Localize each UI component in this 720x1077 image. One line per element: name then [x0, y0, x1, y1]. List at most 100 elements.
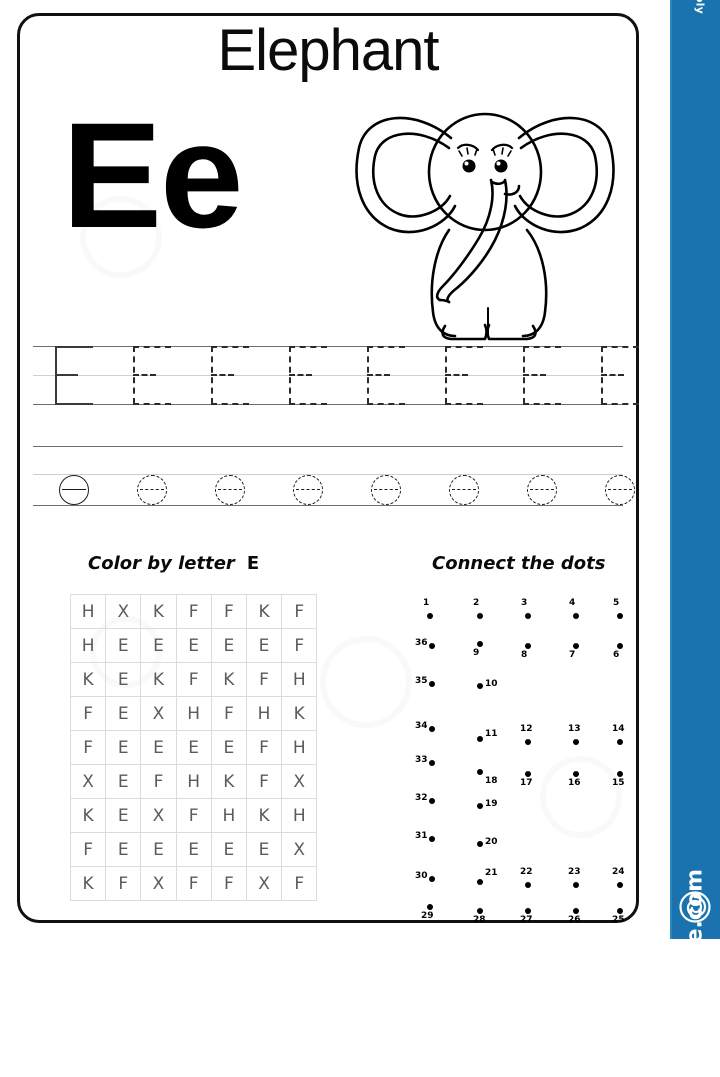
letter-grid-cell[interactable]: K — [245, 594, 283, 629]
trace-dashed-e[interactable] — [137, 475, 167, 505]
letter-grid-cell[interactable]: X — [281, 764, 318, 799]
letter-grid-cell[interactable]: E — [175, 730, 212, 765]
letter-grid-cell[interactable]: X — [281, 832, 318, 867]
letter-grid-cell[interactable]: X — [140, 866, 177, 901]
letter-grid-cell[interactable]: F — [281, 628, 318, 663]
connect-dot[interactable] — [617, 882, 623, 888]
connect-dot[interactable] — [525, 739, 531, 745]
trace-dashed-e[interactable] — [527, 475, 557, 505]
letter-grid-cell[interactable]: F — [210, 594, 247, 629]
connect-dot[interactable] — [427, 613, 433, 619]
letter-grid-cell[interactable]: H — [69, 628, 107, 663]
trace-dashed-e[interactable] — [293, 475, 323, 505]
letter-grid-cell[interactable]: E — [105, 798, 142, 833]
letter-grid-cell[interactable]: E — [105, 696, 142, 731]
letter-grid-cell[interactable]: K — [140, 594, 177, 629]
letter-grid-cell[interactable]: K — [69, 866, 107, 901]
uppercase-tracing-row[interactable] — [33, 346, 639, 416]
letter-grid-cell[interactable]: K — [69, 798, 107, 833]
letter-grid-cell[interactable]: E — [105, 730, 142, 765]
letter-grid-cell[interactable]: F — [175, 866, 212, 901]
trace-dashed-E[interactable] — [289, 346, 327, 405]
connect-dot[interactable] — [525, 613, 531, 619]
connect-dot[interactable] — [617, 613, 623, 619]
color-by-letter-grid[interactable]: HXKFFKFHEEEEEFKEKFKFHFEXHFHKFEEEEFHXEFHK… — [69, 594, 318, 901]
letter-grid-cell[interactable]: H — [210, 798, 247, 833]
connect-dot[interactable] — [617, 771, 623, 777]
letter-grid-cell[interactable]: E — [245, 628, 283, 663]
connect-dot[interactable] — [617, 643, 623, 649]
trace-guide-e[interactable] — [59, 475, 89, 505]
letter-grid-cell[interactable]: F — [245, 764, 283, 799]
connect-dot[interactable] — [429, 643, 435, 649]
connect-dot[interactable] — [573, 771, 579, 777]
trace-dashed-E[interactable] — [133, 346, 171, 405]
connect-dot[interactable] — [477, 613, 483, 619]
letter-grid-cell[interactable]: F — [281, 866, 318, 901]
connect-dot[interactable] — [477, 683, 483, 689]
letter-grid-cell[interactable]: E — [175, 628, 212, 663]
letter-grid-cell[interactable]: H — [281, 730, 318, 765]
letter-grid-cell[interactable]: F — [245, 662, 283, 697]
letter-grid-cell[interactable]: H — [69, 594, 107, 629]
letter-grid-cell[interactable]: E — [175, 832, 212, 867]
connect-dot[interactable] — [429, 726, 435, 732]
trace-dashed-E[interactable] — [211, 346, 249, 405]
connect-the-dots-area[interactable]: 1 2 3 4 5 6 7 8 9 10 11 12 13 14 15 16 17 18 19 20 21 22 23 24 2… — [415, 591, 625, 925]
connect-dot[interactable] — [573, 643, 579, 649]
letter-grid-cell[interactable]: E — [245, 832, 283, 867]
letter-grid-cell[interactable]: F — [245, 730, 283, 765]
trace-dashed-e[interactable] — [605, 475, 635, 505]
letter-grid-cell[interactable]: E — [105, 628, 142, 663]
connect-dot[interactable] — [429, 798, 435, 804]
trace-guide-E[interactable] — [55, 346, 93, 405]
letter-grid-cell[interactable]: H — [281, 798, 318, 833]
letter-grid-cell[interactable]: K — [245, 798, 283, 833]
letter-grid-cell[interactable]: F — [210, 696, 247, 731]
letter-grid-cell[interactable]: K — [140, 662, 177, 697]
letter-grid-cell[interactable]: E — [210, 832, 247, 867]
connect-dot[interactable] — [525, 882, 531, 888]
letter-grid-cell[interactable]: E — [140, 832, 177, 867]
trace-dashed-E[interactable] — [601, 346, 639, 405]
connect-dot[interactable] — [477, 841, 483, 847]
letter-grid-cell[interactable]: H — [281, 662, 318, 697]
letter-grid-cell[interactable]: F — [175, 798, 212, 833]
letter-grid-cell[interactable]: F — [140, 764, 177, 799]
letter-grid-cell[interactable]: F — [281, 594, 318, 629]
letter-grid-cell[interactable]: E — [140, 730, 177, 765]
connect-dot[interactable] — [477, 736, 483, 742]
letter-grid-cell[interactable]: H — [245, 696, 283, 731]
letter-grid-cell[interactable]: F — [210, 866, 247, 901]
letter-grid-cell[interactable]: E — [140, 628, 177, 663]
connect-dot[interactable] — [573, 908, 579, 914]
connect-dot[interactable] — [477, 908, 483, 914]
lowercase-tracing-row[interactable] — [33, 446, 635, 508]
connect-dot[interactable] — [427, 904, 433, 910]
connect-dot[interactable] — [429, 760, 435, 766]
letter-grid-cell[interactable]: H — [175, 764, 212, 799]
letter-grid-cell[interactable]: K — [69, 662, 107, 697]
connect-dot[interactable] — [477, 879, 483, 885]
letter-grid-cell[interactable]: F — [175, 662, 212, 697]
trace-dashed-e[interactable] — [449, 475, 479, 505]
connect-dot[interactable] — [525, 771, 531, 777]
letter-grid-cell[interactable]: F — [105, 866, 142, 901]
letter-grid-cell[interactable]: E — [105, 832, 142, 867]
letter-grid-cell[interactable]: F — [69, 832, 107, 867]
trace-dashed-e[interactable] — [371, 475, 401, 505]
connect-dot[interactable] — [477, 769, 483, 775]
letter-grid-cell[interactable]: E — [210, 730, 247, 765]
connect-dot[interactable] — [617, 739, 623, 745]
letter-grid-cell[interactable]: K — [281, 696, 318, 731]
letter-grid-cell[interactable]: K — [210, 662, 247, 697]
letter-grid-cell[interactable]: F — [69, 730, 107, 765]
connect-dot[interactable] — [573, 739, 579, 745]
connect-dot[interactable] — [477, 803, 483, 809]
connect-dot[interactable] — [429, 876, 435, 882]
connect-dot[interactable] — [573, 882, 579, 888]
letter-grid-cell[interactable]: X — [140, 696, 177, 731]
letter-grid-cell[interactable]: X — [105, 594, 142, 629]
letter-grid-cell[interactable]: E — [210, 628, 247, 663]
connect-dot[interactable] — [617, 908, 623, 914]
